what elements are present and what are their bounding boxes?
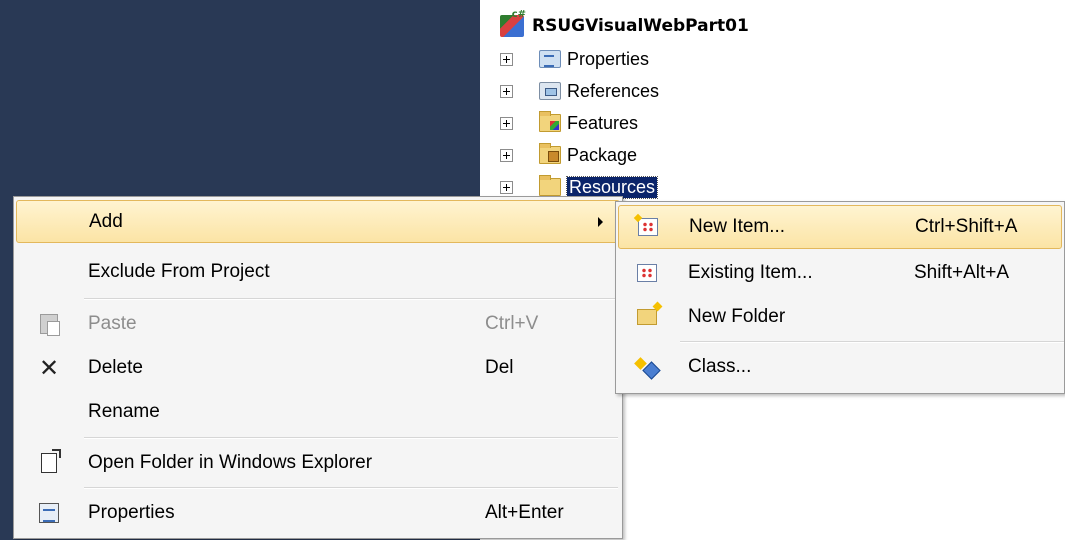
menu-item-add[interactable]: Add bbox=[16, 200, 620, 243]
menu-item-open-folder-in-windows-explorer[interactable]: Open Folder in Windows Explorer bbox=[16, 441, 620, 485]
tree-item-features[interactable]: Features bbox=[500, 110, 638, 136]
menu-item-shortcut: Alt+Enter bbox=[485, 502, 564, 523]
menu-item-label: Properties bbox=[88, 502, 175, 523]
features-folder-icon bbox=[539, 111, 561, 132]
menu-item-shortcut: Del bbox=[485, 357, 514, 378]
paste-icon bbox=[38, 313, 60, 336]
existing-item-icon bbox=[636, 262, 658, 284]
tree-project-node[interactable]: c# RSUGVisualWebPart01 bbox=[500, 9, 749, 40]
submenu-item-new-item[interactable]: New Item... Ctrl+Shift+A bbox=[618, 205, 1062, 249]
tree-item-references[interactable]: References bbox=[500, 78, 659, 104]
folder-icon bbox=[539, 175, 561, 196]
menu-item-label: Add bbox=[89, 210, 123, 232]
expand-icon[interactable] bbox=[500, 116, 513, 130]
expand-icon[interactable] bbox=[500, 84, 513, 98]
open-folder-icon bbox=[38, 449, 61, 474]
class-icon bbox=[636, 356, 658, 378]
submenu-item-class[interactable]: Class... bbox=[618, 345, 1062, 389]
tree-item-label: References bbox=[567, 80, 660, 101]
tree-item-label: Resources bbox=[565, 175, 659, 199]
menu-separator bbox=[84, 487, 618, 489]
submenu-item-shortcut: Ctrl+Shift+A bbox=[915, 216, 1018, 237]
new-folder-icon bbox=[636, 306, 658, 328]
expand-icon[interactable] bbox=[500, 180, 513, 194]
menu-item-properties[interactable]: Properties Alt+Enter bbox=[16, 491, 620, 535]
properties-icon bbox=[539, 50, 561, 68]
submenu-item-new-folder[interactable]: New Folder bbox=[618, 295, 1062, 339]
menu-item-label: Rename bbox=[88, 401, 160, 422]
tree-item-label: Features bbox=[567, 112, 639, 133]
menu-item-delete[interactable]: ✕ Delete Del bbox=[16, 346, 620, 390]
menu-item-label: Delete bbox=[88, 357, 143, 378]
submenu-item-label: New Item... bbox=[689, 216, 786, 237]
submenu-item-label: Class... bbox=[688, 356, 752, 377]
references-icon bbox=[539, 82, 561, 100]
menu-item-shortcut: Ctrl+V bbox=[485, 313, 539, 334]
menu-item-label: Paste bbox=[88, 313, 137, 334]
tree-item-label: Properties bbox=[567, 48, 650, 69]
csharp-project-icon: c# bbox=[500, 9, 526, 37]
menu-item-paste[interactable]: Paste Ctrl+V bbox=[16, 302, 620, 346]
submenu-item-shortcut: Shift+Alt+A bbox=[914, 262, 1010, 283]
expand-icon[interactable] bbox=[500, 52, 513, 66]
tree-item-label: Package bbox=[567, 144, 638, 165]
menu-separator bbox=[84, 298, 618, 300]
expand-icon[interactable] bbox=[500, 148, 513, 162]
submenu-separator bbox=[680, 341, 1064, 343]
submenu-item-existing-item[interactable]: Existing Item... Shift+Alt+A bbox=[618, 251, 1062, 295]
project-icon-badge: c# bbox=[511, 9, 526, 20]
properties-icon bbox=[38, 502, 60, 524]
menu-item-exclude-from-project[interactable]: Exclude From Project bbox=[16, 250, 620, 294]
tree-item-package[interactable]: Package bbox=[500, 142, 637, 168]
submenu-item-label: New Folder bbox=[688, 306, 786, 327]
add-submenu: New Item... Ctrl+Shift+A Existing Item..… bbox=[615, 201, 1065, 394]
menu-item-label: Open Folder in Windows Explorer bbox=[88, 452, 373, 473]
new-item-icon bbox=[637, 216, 659, 238]
delete-icon: ✕ bbox=[38, 354, 60, 382]
package-folder-icon bbox=[539, 143, 561, 164]
context-menu: Add Exclude From Project Paste Ctrl+V ✕ … bbox=[13, 196, 623, 539]
menu-item-rename[interactable]: Rename bbox=[16, 390, 620, 434]
project-label: RSUGVisualWebPart01 bbox=[532, 16, 749, 36]
menu-item-label: Exclude From Project bbox=[88, 261, 270, 282]
submenu-arrow-icon bbox=[598, 216, 603, 227]
tree-item-properties[interactable]: Properties bbox=[500, 46, 649, 72]
menu-separator bbox=[84, 437, 618, 439]
submenu-item-label: Existing Item... bbox=[688, 262, 813, 283]
